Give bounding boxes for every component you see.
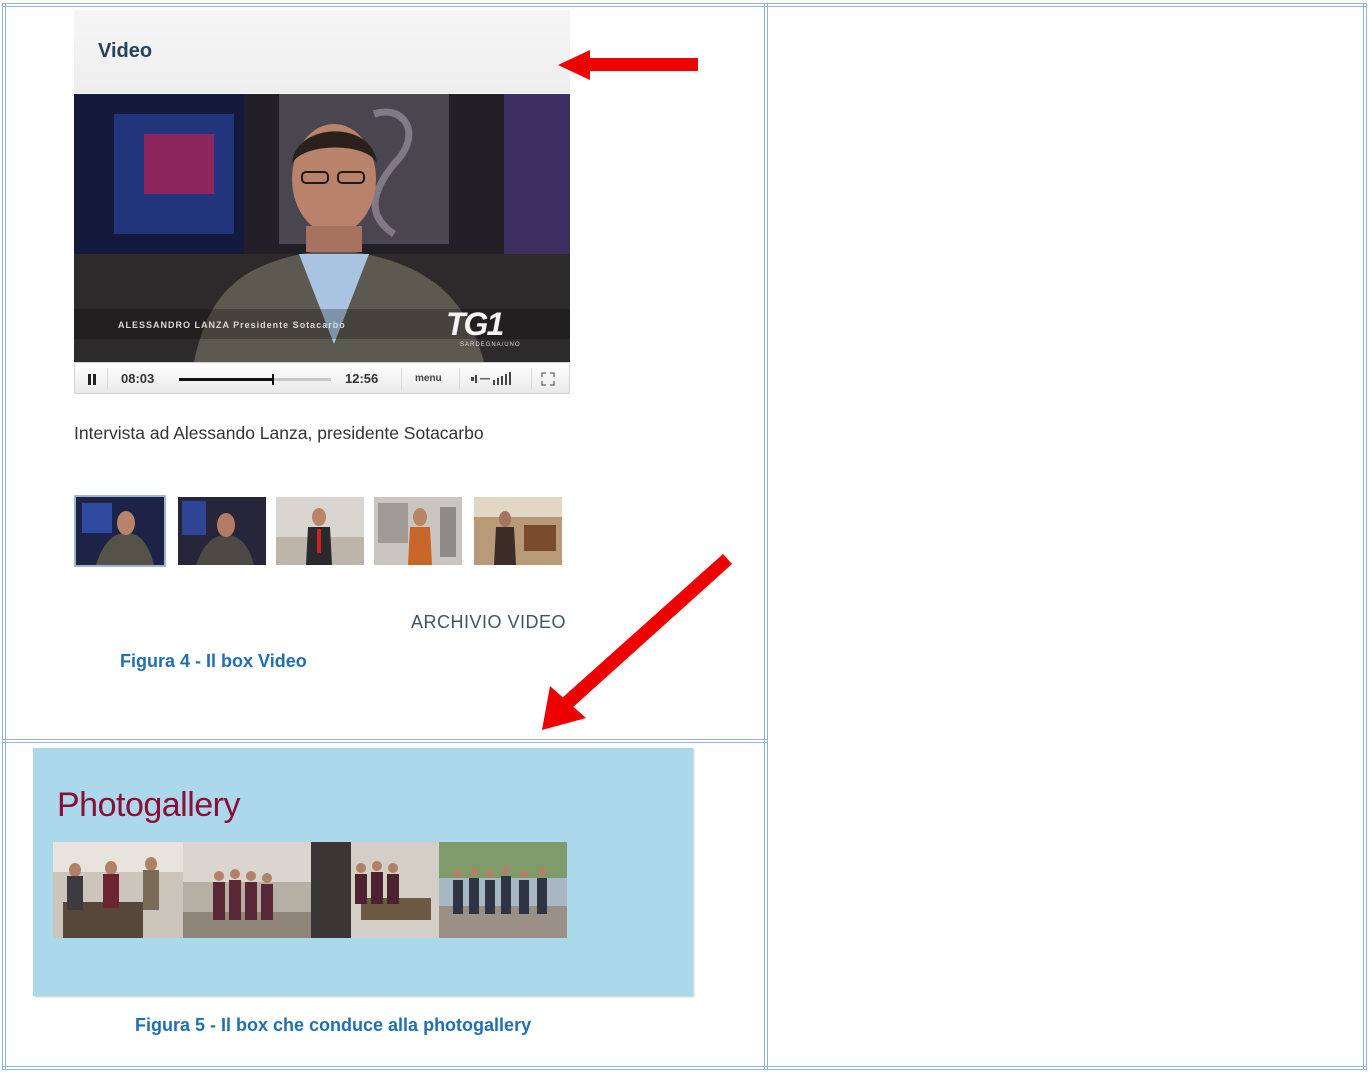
photogallery-title[interactable]: Photogallery xyxy=(57,786,241,825)
arrow-down-left-icon xyxy=(542,554,732,730)
video-thumbnail[interactable] xyxy=(74,495,166,567)
player-controls: 08:03 12:56 menu xyxy=(74,362,570,394)
elapsed-time: 08:03 xyxy=(121,371,155,386)
photogallery-box[interactable]: Photogallery xyxy=(33,748,693,996)
gallery-photo[interactable] xyxy=(439,842,567,938)
figure-5-caption: Figura 5 - Il box che conduce alla photo… xyxy=(135,1015,532,1035)
tg1-logo: TG1 xyxy=(446,306,504,342)
fullscreen-icon[interactable] xyxy=(541,372,555,386)
arrow-left-icon xyxy=(558,50,698,80)
figure-4-caption: Figura 4 - Il box Video xyxy=(120,651,307,671)
pause-icon[interactable] xyxy=(87,374,97,385)
video-box: Video ALESSANDRO LANZA Presidente Sotaca… xyxy=(74,10,570,640)
video-ticker: ALESSANDRO LANZA Presidente Sotacarbo xyxy=(118,320,346,330)
photogallery-strip xyxy=(53,842,567,938)
duration-time: 12:56 xyxy=(345,371,379,386)
seek-bar[interactable] xyxy=(179,374,331,385)
seek-progress xyxy=(179,378,274,381)
video-player[interactable]: ALESSANDRO LANZA Presidente Sotacarbo TG… xyxy=(74,94,570,362)
volume-icon[interactable] xyxy=(471,372,521,386)
video-thumbnail[interactable] xyxy=(374,497,462,565)
gallery-photo[interactable] xyxy=(183,842,311,938)
tg1-logo-subtitle: SARDEGNA/UNO xyxy=(460,342,521,348)
video-thumbnail[interactable] xyxy=(276,497,364,565)
video-box-title: Video xyxy=(98,40,153,62)
gallery-photo[interactable] xyxy=(53,842,183,938)
video-thumbnails xyxy=(74,495,566,567)
video-caption[interactable]: Intervista ad Alessando Lanza, president… xyxy=(74,416,514,450)
gallery-photo[interactable] xyxy=(311,842,439,938)
video-thumbnail[interactable] xyxy=(178,497,266,565)
seek-handle[interactable] xyxy=(272,374,275,385)
menu-button[interactable]: menu xyxy=(415,373,442,384)
video-box-header: Video xyxy=(74,10,570,93)
